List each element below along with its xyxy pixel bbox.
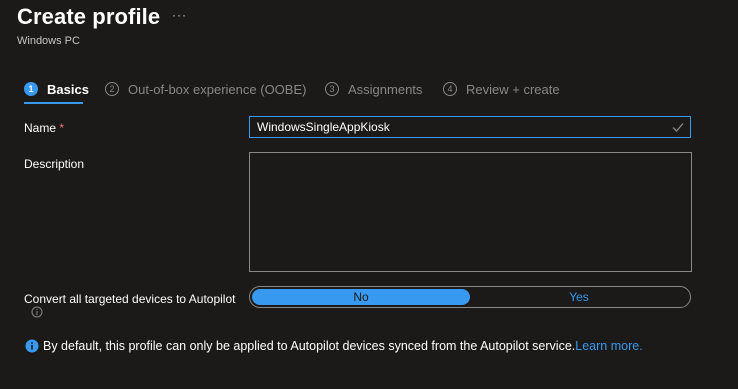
info-banner: By default, this profile can only be app… bbox=[25, 339, 643, 353]
step-number-4: 4 bbox=[443, 82, 457, 96]
checkmark-icon bbox=[672, 123, 684, 132]
convert-autopilot-label: Convert all targeted devices to Autopilo… bbox=[24, 292, 236, 306]
description-field[interactable] bbox=[249, 152, 692, 272]
info-icon[interactable] bbox=[31, 306, 43, 318]
active-step-indicator bbox=[24, 102, 83, 104]
more-options-button[interactable]: ··· bbox=[172, 8, 187, 22]
tab-assignments[interactable]: 3 Assignments bbox=[325, 80, 422, 98]
info-icon bbox=[25, 339, 39, 353]
step-label-assignments: Assignments bbox=[348, 81, 423, 97]
tab-basics[interactable]: 1 Basics bbox=[24, 80, 89, 98]
page-subtitle: Windows PC bbox=[17, 35, 80, 47]
name-field[interactable] bbox=[249, 116, 691, 138]
toggle-option-no[interactable]: No bbox=[252, 289, 470, 305]
info-text: By default, this profile can only be app… bbox=[43, 339, 576, 353]
tab-oobe[interactable]: 2 Out-of-box experience (OOBE) bbox=[105, 80, 306, 98]
step-number-2: 2 bbox=[105, 82, 119, 96]
step-number-3: 3 bbox=[325, 82, 339, 96]
step-label-oobe: Out-of-box experience (OOBE) bbox=[128, 81, 307, 97]
tab-review-create[interactable]: 4 Review + create bbox=[443, 80, 560, 98]
toggle-option-yes[interactable]: Yes bbox=[470, 289, 688, 305]
name-input[interactable] bbox=[250, 117, 671, 137]
required-marker: * bbox=[59, 121, 65, 135]
page-title: Create profile bbox=[17, 4, 161, 29]
step-label-review-create: Review + create bbox=[466, 81, 560, 97]
name-label: Name bbox=[24, 121, 57, 135]
step-number-1: 1 bbox=[24, 82, 38, 96]
description-label: Description bbox=[24, 157, 85, 171]
name-label-row: Name * bbox=[24, 121, 64, 135]
step-label-basics: Basics bbox=[47, 81, 89, 97]
learn-more-link[interactable]: Learn more. bbox=[575, 339, 642, 353]
convert-autopilot-toggle[interactable]: No Yes bbox=[249, 286, 691, 308]
